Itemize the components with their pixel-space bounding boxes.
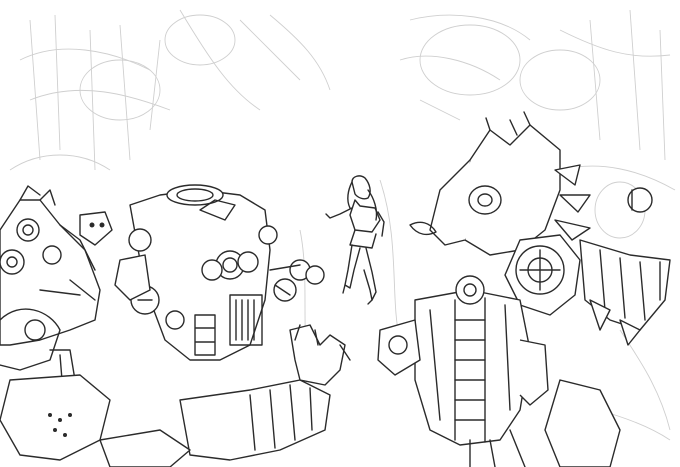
left-robot-creature [0,185,113,461]
sketch-canvas [0,0,680,467]
sketch-artwork [0,9,676,467]
robot-torso-back [377,275,621,467]
girl-figure [325,175,385,305]
